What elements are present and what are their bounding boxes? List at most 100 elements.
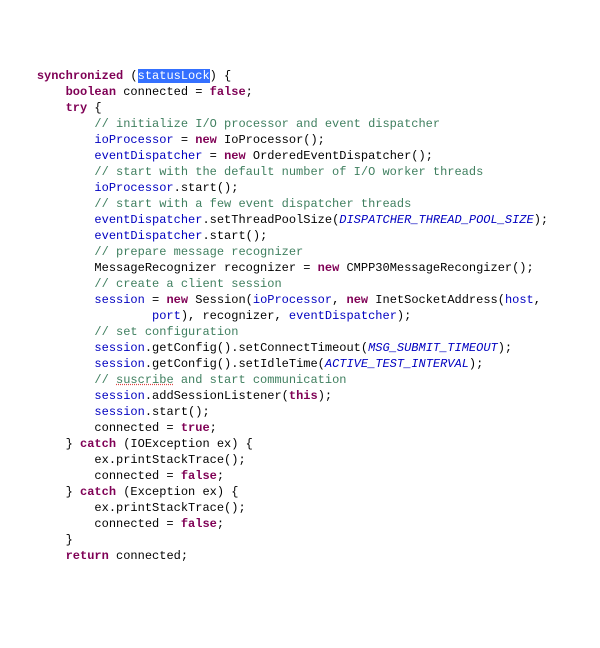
text: InetSocketAddress( <box>368 293 505 307</box>
line: ex.printStackTrace(); <box>8 453 246 467</box>
keyword-new: new <box>318 261 340 275</box>
line: // start with the default number of I/O … <box>8 165 483 179</box>
text: .start(); <box>145 405 210 419</box>
text: ); <box>318 389 332 403</box>
text: ); <box>397 309 411 323</box>
line: MessageRecognizer recognizer = new CMPP3… <box>8 261 534 275</box>
line: // set configuration <box>8 325 238 339</box>
text: MessageRecognizer recognizer = <box>94 261 317 275</box>
selected-identifier[interactable]: statusLock <box>138 69 210 83</box>
comment: // initialize I/O processor and event di… <box>94 117 440 131</box>
comment-misspelled: suscribe <box>116 373 174 387</box>
line: eventDispatcher.setThreadPoolSize(DISPAT… <box>8 213 548 227</box>
text: .start(); <box>174 181 239 195</box>
text: .setThreadPoolSize( <box>202 213 339 227</box>
keyword-new: new <box>195 133 217 147</box>
field-session: session <box>94 341 144 355</box>
text: .start(); <box>202 229 267 243</box>
field-eventDispatcher: eventDispatcher <box>94 213 202 227</box>
text: OrderedEventDispatcher(); <box>246 149 433 163</box>
text: CMPP30MessageRecongizer(); <box>339 261 533 275</box>
keyword-return: return <box>66 549 109 563</box>
keyword-new: new <box>224 149 246 163</box>
text: , <box>534 293 541 307</box>
field-session: session <box>94 293 144 307</box>
line: connected = false; <box>8 469 224 483</box>
field-eventDispatcher: eventDispatcher <box>94 149 202 163</box>
comment: // <box>94 373 116 387</box>
line: boolean connected = false; <box>8 85 253 99</box>
line: // initialize I/O processor and event di… <box>8 117 440 131</box>
field-port: port <box>152 309 181 323</box>
text: connected = <box>94 517 180 531</box>
text: .getConfig().setIdleTime( <box>145 357 325 371</box>
comment: // prepare message recognizer <box>94 245 303 259</box>
line: return connected; <box>8 549 188 563</box>
line: port), recognizer, eventDispatcher); <box>8 309 411 323</box>
text: connected = <box>116 85 210 99</box>
comment: // start with the default number of I/O … <box>94 165 483 179</box>
text: Session( <box>188 293 253 307</box>
line: ioProcessor = new IoProcessor(); <box>8 133 325 147</box>
line: session.addSessionListener(this); <box>8 389 332 403</box>
field-host: host <box>505 293 534 307</box>
line: // suscribe and start communication <box>8 373 346 387</box>
keyword-try: try <box>66 101 88 115</box>
line: // prepare message recognizer <box>8 245 303 259</box>
keyword-new: new <box>166 293 188 307</box>
keyword-boolean: boolean <box>66 85 116 99</box>
line: } <box>8 533 73 547</box>
text: IoProcessor(); <box>217 133 325 147</box>
comment: // set configuration <box>94 325 238 339</box>
comment: and start communication <box>174 373 347 387</box>
line: ex.printStackTrace(); <box>8 501 246 515</box>
text: ); <box>469 357 483 371</box>
keyword-false: false <box>181 469 217 483</box>
field-ioProcessor: ioProcessor <box>94 133 173 147</box>
constant: ACTIVE_TEST_INTERVAL <box>325 357 469 371</box>
field-session: session <box>94 389 144 403</box>
line: // start with a few event dispatcher thr… <box>8 197 411 211</box>
line: session.start(); <box>8 405 210 419</box>
line: session.getConfig().setConnectTimeout(MS… <box>8 341 512 355</box>
line: session = new Session(ioProcessor, new I… <box>8 293 541 307</box>
comment: // start with a few event dispatcher thr… <box>94 197 411 211</box>
text: connected = <box>94 469 180 483</box>
text: ex.printStackTrace(); <box>94 501 245 515</box>
comment: // create a client session <box>94 277 281 291</box>
line: ioProcessor.start(); <box>8 181 238 195</box>
line: session.getConfig().setIdleTime(ACTIVE_T… <box>8 357 483 371</box>
keyword-catch: catch <box>80 485 116 499</box>
line: try { <box>8 101 102 115</box>
line: // create a client session <box>8 277 282 291</box>
text: .getConfig().setConnectTimeout( <box>145 341 368 355</box>
keyword-false: false <box>210 85 246 99</box>
field-session: session <box>94 357 144 371</box>
field-session: session <box>94 405 144 419</box>
keyword-catch: catch <box>80 437 116 451</box>
keyword-new: new <box>347 293 369 307</box>
field-ioProcessor: ioProcessor <box>253 293 332 307</box>
text: ex.printStackTrace(); <box>94 453 245 467</box>
code-block: synchronized (statusLock) { boolean conn… <box>8 68 592 564</box>
keyword-true: true <box>181 421 210 435</box>
constant: MSG_SUBMIT_TIMEOUT <box>368 341 498 355</box>
text: (Exception ex) { <box>116 485 238 499</box>
line: eventDispatcher.start(); <box>8 229 267 243</box>
text: (IOException ex) { <box>116 437 253 451</box>
keyword-false: false <box>181 517 217 531</box>
text: connected; <box>109 549 188 563</box>
field-eventDispatcher: eventDispatcher <box>94 229 202 243</box>
line: connected = false; <box>8 517 224 531</box>
text: .addSessionListener( <box>145 389 289 403</box>
line: eventDispatcher = new OrderedEventDispat… <box>8 149 433 163</box>
text: ); <box>534 213 548 227</box>
line: } catch (IOException ex) { <box>8 437 253 451</box>
field-eventDispatcher: eventDispatcher <box>289 309 397 323</box>
text: , <box>332 293 346 307</box>
field-ioProcessor: ioProcessor <box>94 181 173 195</box>
text: connected = <box>94 421 180 435</box>
line: } catch (Exception ex) { <box>8 485 238 499</box>
keyword-synchronized: synchronized <box>37 69 123 83</box>
text: ); <box>498 341 512 355</box>
